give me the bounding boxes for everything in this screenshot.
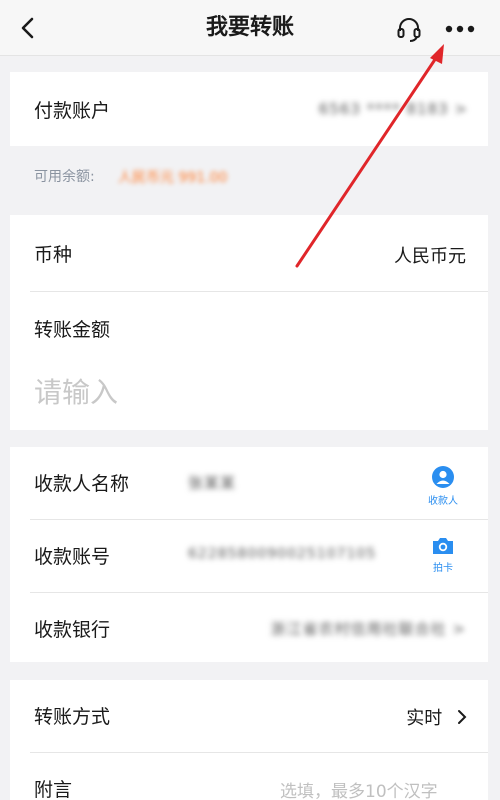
scan-card-button[interactable]: 拍卡 [412, 523, 474, 587]
payee-name-label: 收款人名称 [34, 473, 130, 495]
headset-icon [397, 18, 421, 42]
payee-account-value: 6228580090025107105 [188, 546, 377, 562]
more-dots-icon [445, 25, 475, 33]
note-label: 附言 [34, 779, 73, 800]
currency-value: 人民币元 [394, 246, 466, 267]
payer-account-card[interactable]: 付款账户 6563 **** 8183 > [10, 72, 488, 146]
camera-icon [433, 538, 453, 554]
payee-bank-label: 收款银行 [34, 619, 111, 641]
currency-amount-card: 币种 人民币元 转账金额 请输入 [10, 215, 488, 430]
transfer-method-row[interactable]: 转账方式 实时 [10, 680, 488, 752]
payee-bank-value: 浙江省农村信用社联合社 > [270, 620, 466, 638]
transfer-method-label: 转账方式 [34, 706, 111, 728]
transfer-method-value: 实时 [406, 704, 468, 730]
payer-account-label: 付款账户 [34, 100, 111, 122]
amount-input[interactable]: 请输入 [34, 371, 118, 411]
nav-bar: 我要转账 [0, 0, 500, 56]
payee-bank-row[interactable]: 收款银行 浙江省农村信用社联合社 > [10, 593, 488, 662]
balance-label: 可用余额: [34, 169, 95, 185]
balance-value: 人民币元 991.00 [118, 170, 228, 186]
payee-name-value: 张某某 [188, 474, 237, 492]
note-row[interactable]: 附言 选填，最多10个汉字 [10, 753, 488, 800]
customer-service-button[interactable] [392, 12, 426, 46]
payer-account-value: 6563 **** 8183 > [318, 100, 468, 118]
user-icon [432, 466, 454, 488]
select-payee-button[interactable]: 收款人 [412, 454, 474, 518]
scan-card-label: 拍卡 [433, 563, 453, 574]
payee-account-label: 收款账号 [34, 546, 111, 568]
currency-row[interactable]: 币种 人民币元 [10, 215, 488, 291]
note-input[interactable]: 选填，最多10个汉字 [280, 777, 438, 800]
amount-label: 转账金额 [34, 319, 111, 341]
divider [30, 291, 488, 292]
currency-label: 币种 [34, 244, 73, 266]
chevron-right-icon [458, 710, 467, 724]
select-payee-label: 收款人 [428, 496, 458, 507]
transfer-options-card: 转账方式 实时 附言 选填，最多10个汉字 [10, 680, 488, 800]
more-button[interactable] [440, 12, 480, 46]
